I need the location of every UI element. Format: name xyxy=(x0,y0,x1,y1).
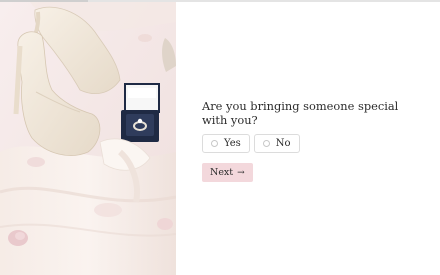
next-button-label: Next xyxy=(210,167,234,178)
arrow-right-icon: → xyxy=(237,167,245,178)
option-label: No xyxy=(275,138,291,149)
next-button[interactable]: Next → xyxy=(202,163,253,182)
options-group: Yes No xyxy=(202,134,422,153)
radio-circle-icon[interactable] xyxy=(211,140,218,147)
option-no[interactable]: No xyxy=(253,134,300,153)
question-text: Are you bringing someone special with yo… xyxy=(202,99,399,127)
question-panel: Are you bringing someone special with yo… xyxy=(202,99,422,182)
radio-circle-icon[interactable] xyxy=(262,140,270,147)
option-label: Yes xyxy=(224,138,241,149)
option-yes[interactable]: Yes xyxy=(202,134,250,153)
wedding-shoes-ring-photo xyxy=(0,2,176,275)
hero-photo xyxy=(0,2,176,275)
